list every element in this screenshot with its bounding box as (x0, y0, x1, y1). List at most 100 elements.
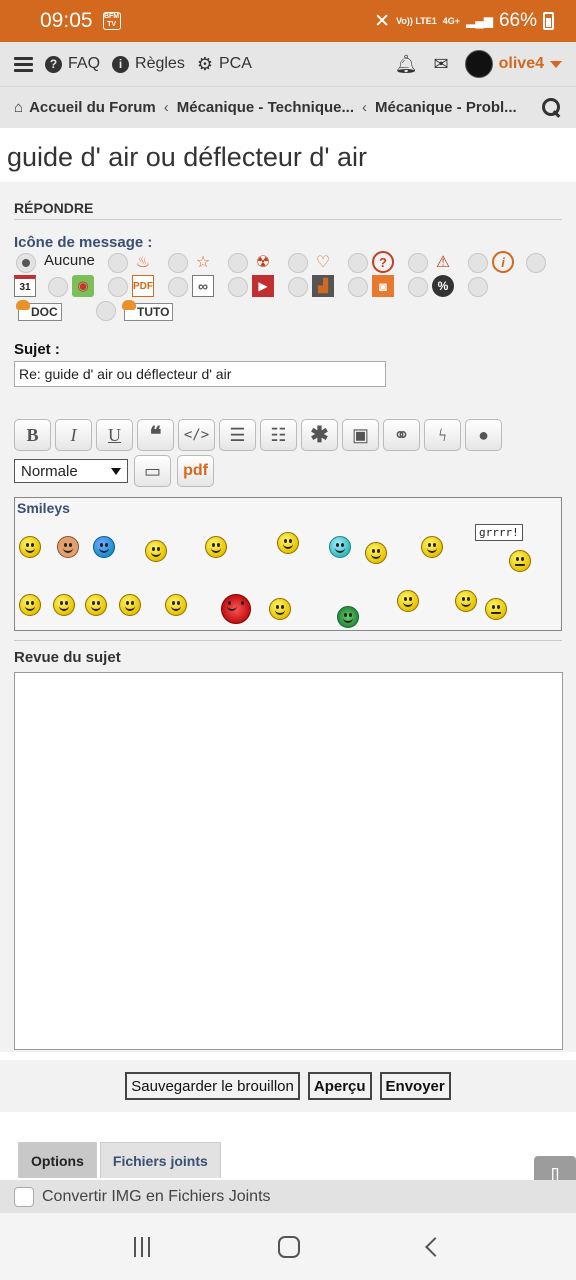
bfm-tv-icon: BFM TV (102, 12, 121, 30)
icon-radio-none[interactable] (16, 253, 36, 273)
smiley-plus-one-icon[interactable] (145, 540, 167, 562)
smileys-title: Smileys (17, 500, 70, 516)
breadcrumb-forum[interactable]: Mécanique - Probl... (375, 99, 517, 116)
icon-radio[interactable] (108, 277, 128, 297)
bold-button[interactable]: B (14, 419, 51, 451)
editor-toolbar: B I U ❝ </> ☰ ☷ ✱ ▣ ⚭ ϟ ● (14, 419, 562, 451)
smiley-rock-icon[interactable] (57, 536, 79, 558)
network-label: Vo)) LTE1 (396, 15, 437, 26)
smiley-thinking-icon[interactable] (165, 594, 187, 616)
flash-button[interactable]: ϟ (424, 419, 461, 451)
info-icon: i (492, 251, 514, 273)
italic-button[interactable]: I (55, 419, 92, 451)
icon-radio[interactable] (108, 253, 128, 273)
percent-icon: % (432, 275, 454, 297)
smiley-wine-icon[interactable] (365, 542, 387, 564)
breadcrumb-category[interactable]: Mécanique - Technique... (177, 99, 354, 116)
back-icon[interactable] (425, 1236, 445, 1257)
tab-attachments[interactable]: Fichiers joints (99, 1142, 221, 1178)
map-icon: ◉ (72, 275, 94, 297)
send-button[interactable]: Envoyer (379, 1072, 451, 1100)
home-icon: ⌂ (14, 99, 24, 116)
icon-radio[interactable] (288, 277, 308, 297)
link-button[interactable]: ⚭ (383, 419, 420, 451)
smileys-panel: Smileys grrrr! (14, 497, 562, 631)
pca-link[interactable]: ⚙ PCA (197, 54, 252, 75)
home-button-icon[interactable] (278, 1235, 300, 1258)
numbered-list-button[interactable]: ☷ (260, 419, 297, 451)
smiley-sad-icon[interactable] (485, 598, 507, 620)
preview-button[interactable]: Aperçu (307, 1072, 372, 1100)
fire-icon: ♨ (135, 254, 151, 271)
list-item-button[interactable]: ✱ (301, 419, 338, 451)
faq-link[interactable]: ? FAQ (45, 55, 100, 73)
quote-button[interactable]: ❝ (137, 419, 174, 451)
radiation-icon: ☢ (255, 254, 271, 271)
color-button[interactable]: ● (465, 419, 502, 451)
font-size-select[interactable]: Normale (14, 459, 128, 483)
save-draft-button[interactable]: Sauvegarder le brouillon (125, 1072, 300, 1100)
topic-review-frame[interactable] (14, 672, 563, 1050)
pdf-button[interactable]: pdf (177, 455, 214, 487)
smiley-cyan-icon[interactable] (329, 536, 351, 558)
smiley-darts-icon[interactable] (205, 536, 227, 558)
icon-radio[interactable] (168, 277, 188, 297)
smiley-grrr-icon[interactable] (509, 550, 531, 572)
recent-apps-icon[interactable] (134, 1236, 150, 1257)
bullet-list-button[interactable]: ☰ (219, 419, 256, 451)
smiley-laugh-icon[interactable] (85, 594, 107, 616)
image-button[interactable]: ▣ (342, 419, 379, 451)
bell-icon[interactable]: 🔔︎ (395, 54, 418, 75)
doc-tag-icon: DOC (16, 300, 62, 321)
smiley-crying-icon[interactable] (277, 532, 299, 554)
question-circle-icon: ? (45, 55, 62, 73)
icon-label: Icône de message : (14, 234, 153, 251)
icon-radio[interactable] (48, 277, 68, 297)
icon-radio[interactable] (408, 253, 428, 273)
smiley-glasses-icon[interactable] (19, 594, 41, 616)
icon-radio[interactable] (228, 253, 248, 273)
code-button[interactable]: </> (178, 419, 215, 451)
icon-radio[interactable] (168, 253, 188, 273)
icon-radio[interactable] (468, 253, 488, 273)
smiley-lift-icon[interactable] (455, 590, 477, 612)
chart-icon: ▟ (312, 275, 334, 297)
icon-radio[interactable] (348, 277, 368, 297)
review-label: Revue du sujet (14, 649, 121, 666)
smiley-angel-icon[interactable] (421, 536, 443, 558)
editor-toolbar-row-2: Normale ▭ pdf (14, 455, 562, 487)
icon-radio[interactable] (408, 277, 428, 297)
icon-radio[interactable] (348, 253, 368, 273)
smiley-red-card-icon[interactable] (269, 598, 291, 620)
subject-input[interactable] (14, 361, 386, 387)
underline-button[interactable]: U (96, 419, 133, 451)
smiley-hmm-icon[interactable] (53, 594, 75, 616)
smiley-grin-icon[interactable] (19, 536, 41, 558)
info-circle-icon: i (112, 55, 130, 73)
smiley-binoculars-icon[interactable] (119, 594, 141, 616)
monitor-button[interactable]: ▭ (134, 455, 171, 487)
smiley-spray-icon[interactable] (337, 606, 359, 628)
rules-link[interactable]: i Règles (112, 55, 185, 73)
inbox-icon[interactable]: ✉ (434, 54, 449, 75)
icon-radio[interactable] (228, 277, 248, 297)
tuto-tag-icon: TUTO (121, 300, 174, 321)
pdf-icon: PDF (132, 275, 154, 297)
breadcrumb-home[interactable]: Accueil du Forum (29, 99, 156, 116)
icon-radio[interactable] (526, 253, 546, 273)
search-icon[interactable] (542, 97, 562, 118)
signal-icon: ▂▄▆ (466, 14, 493, 28)
menu-icon[interactable] (14, 56, 33, 72)
icon-radio[interactable] (96, 301, 116, 321)
gears-icon: ⚙ (196, 53, 213, 74)
user-menu[interactable]: olive4 (464, 50, 562, 78)
smiley-angry-icon[interactable] (221, 594, 251, 624)
smiley-dumbbell-icon[interactable] (397, 590, 419, 612)
icon-radio[interactable] (288, 253, 308, 273)
convert-img-checkbox[interactable] (14, 1186, 34, 1207)
smiley-blue-icon[interactable] (93, 536, 115, 558)
page-title: guide d' air ou déflecteur d' air (7, 142, 368, 172)
icon-radio[interactable] (468, 277, 488, 297)
topnav-right: 🔔︎ ✉ olive4 (395, 50, 562, 78)
tab-options[interactable]: Options (18, 1142, 97, 1178)
